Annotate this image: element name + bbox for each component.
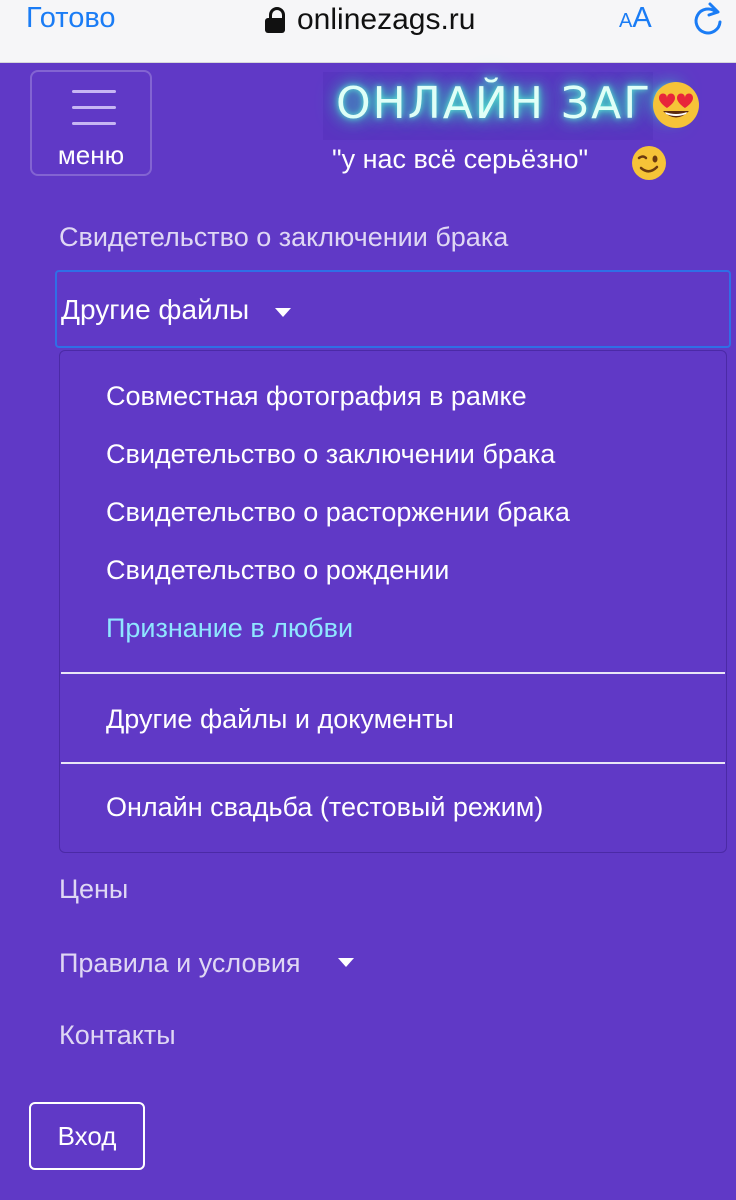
caret-down-icon — [275, 308, 291, 317]
nav-marriage-certificate[interactable]: Свидетельство о заключении брака — [59, 222, 508, 253]
nav-terms[interactable]: Правила и условия — [59, 948, 301, 979]
brand-logo[interactable]: ОНЛАЙН ЗАГС — [336, 78, 685, 129]
url-text[interactable]: onlinezags.ru — [297, 3, 475, 37]
dropdown-item-birth-certificate[interactable]: Свидетельство о рождении — [106, 555, 449, 586]
hamburger-icon — [72, 90, 116, 126]
dropdown-divider — [61, 762, 725, 764]
lock-icon — [265, 7, 287, 33]
other-files-dropdown: Совместная фотография в рамке Свидетельс… — [59, 350, 727, 853]
reload-icon[interactable] — [690, 0, 726, 38]
menu-button[interactable]: меню — [30, 70, 152, 176]
caret-down-icon — [338, 958, 354, 967]
nav-other-files-toggle[interactable]: Другие файлы — [55, 270, 731, 348]
browser-toolbar: Готово onlinezags.ru AA — [0, 0, 736, 63]
other-files-label: Другие файлы — [61, 294, 250, 325]
heart-eyes-emoji-icon — [653, 82, 699, 128]
done-button[interactable]: Готово — [26, 2, 116, 35]
winking-emoji-icon — [632, 146, 666, 180]
login-button[interactable]: Вход — [29, 1102, 145, 1170]
nav-terms-label: Правила и условия — [59, 948, 301, 978]
dropdown-item-marriage-certificate[interactable]: Свидетельство о заключении брака — [106, 439, 555, 470]
dropdown-item-love-declaration[interactable]: Признание в любви — [106, 613, 353, 644]
address-bar[interactable]: onlinezags.ru — [265, 0, 475, 40]
tagline: "у нас всё серьёзно" — [332, 144, 589, 174]
menu-label: меню — [57, 140, 125, 170]
nav-prices[interactable]: Цены — [59, 874, 128, 905]
text-size-small-icon: A — [619, 10, 633, 32]
dropdown-item-divorce-certificate[interactable]: Свидетельство о расторжении брака — [106, 497, 570, 528]
dropdown-divider — [61, 672, 725, 674]
nav-contacts[interactable]: Контакты — [59, 1020, 176, 1051]
dropdown-item-other-documents[interactable]: Другие файлы и документы — [106, 704, 454, 735]
text-size-button[interactable]: AA — [619, 2, 652, 35]
text-size-big-icon: A — [632, 2, 652, 34]
dropdown-item-framed-photo[interactable]: Совместная фотография в рамке — [106, 381, 527, 412]
dropdown-item-online-wedding[interactable]: Онлайн свадьба (тестовый режим) — [106, 792, 543, 823]
